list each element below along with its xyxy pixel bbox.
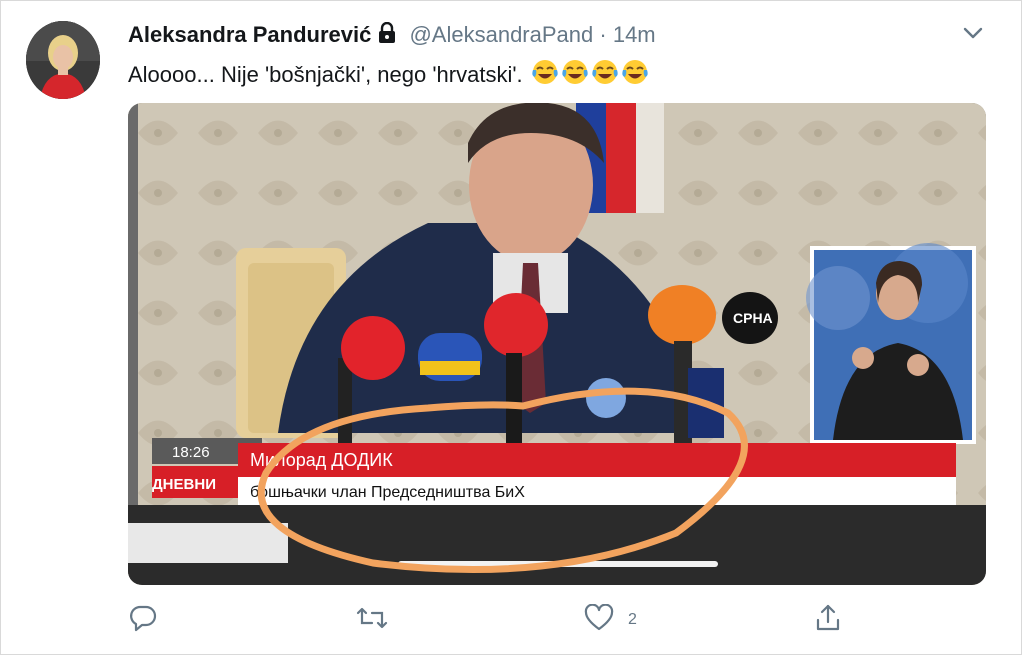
face-with-tears-of-joy-icon (531, 58, 559, 92)
like-count: 2 (628, 611, 637, 628)
tweet-media-photo[interactable]: СРНА 18:26 ДНЕВНИ Милорад ДОДИК бошњачки… (128, 103, 986, 585)
heart-icon (584, 603, 614, 637)
lower-third-title: бошњачки члан Председништва БиХ (250, 484, 525, 501)
reply-icon (128, 604, 158, 637)
author-handle[interactable]: @AleksandraPand (409, 22, 593, 47)
face-with-tears-of-joy-icon (561, 58, 589, 92)
share-button[interactable] (813, 604, 843, 636)
lock-icon (377, 21, 397, 50)
tweet-header: Aleksandra Pandurević @AleksandraPand · … (128, 21, 656, 50)
avatar[interactable] (26, 21, 100, 99)
chevron-down-icon[interactable] (962, 26, 984, 45)
emoji-group (529, 60, 649, 87)
mic-label-srna: СРНА (733, 310, 773, 326)
retweet-button[interactable] (356, 604, 388, 636)
separator: · (599, 22, 607, 47)
clock-text: 18:26 (172, 444, 210, 461)
tweet-body: Aloooo... Nije 'bošnjački', nego 'hrvats… (128, 62, 523, 87)
face-with-tears-of-joy-icon (621, 58, 649, 92)
share-icon (813, 603, 843, 638)
like-button[interactable]: 2 (584, 603, 637, 637)
retweet-icon (356, 604, 388, 637)
face-with-tears-of-joy-icon (591, 58, 619, 92)
reply-button[interactable] (128, 604, 158, 636)
tweet-actions: 2 (0, 603, 1024, 640)
channel-text: ДНЕВНИ (152, 476, 216, 493)
author-name[interactable]: Aleksandra Pandurević (128, 22, 371, 47)
tweet-text: Aloooo... Nije 'bošnjački', nego 'hrvats… (128, 58, 649, 92)
timestamp[interactable]: 14m (613, 22, 656, 47)
